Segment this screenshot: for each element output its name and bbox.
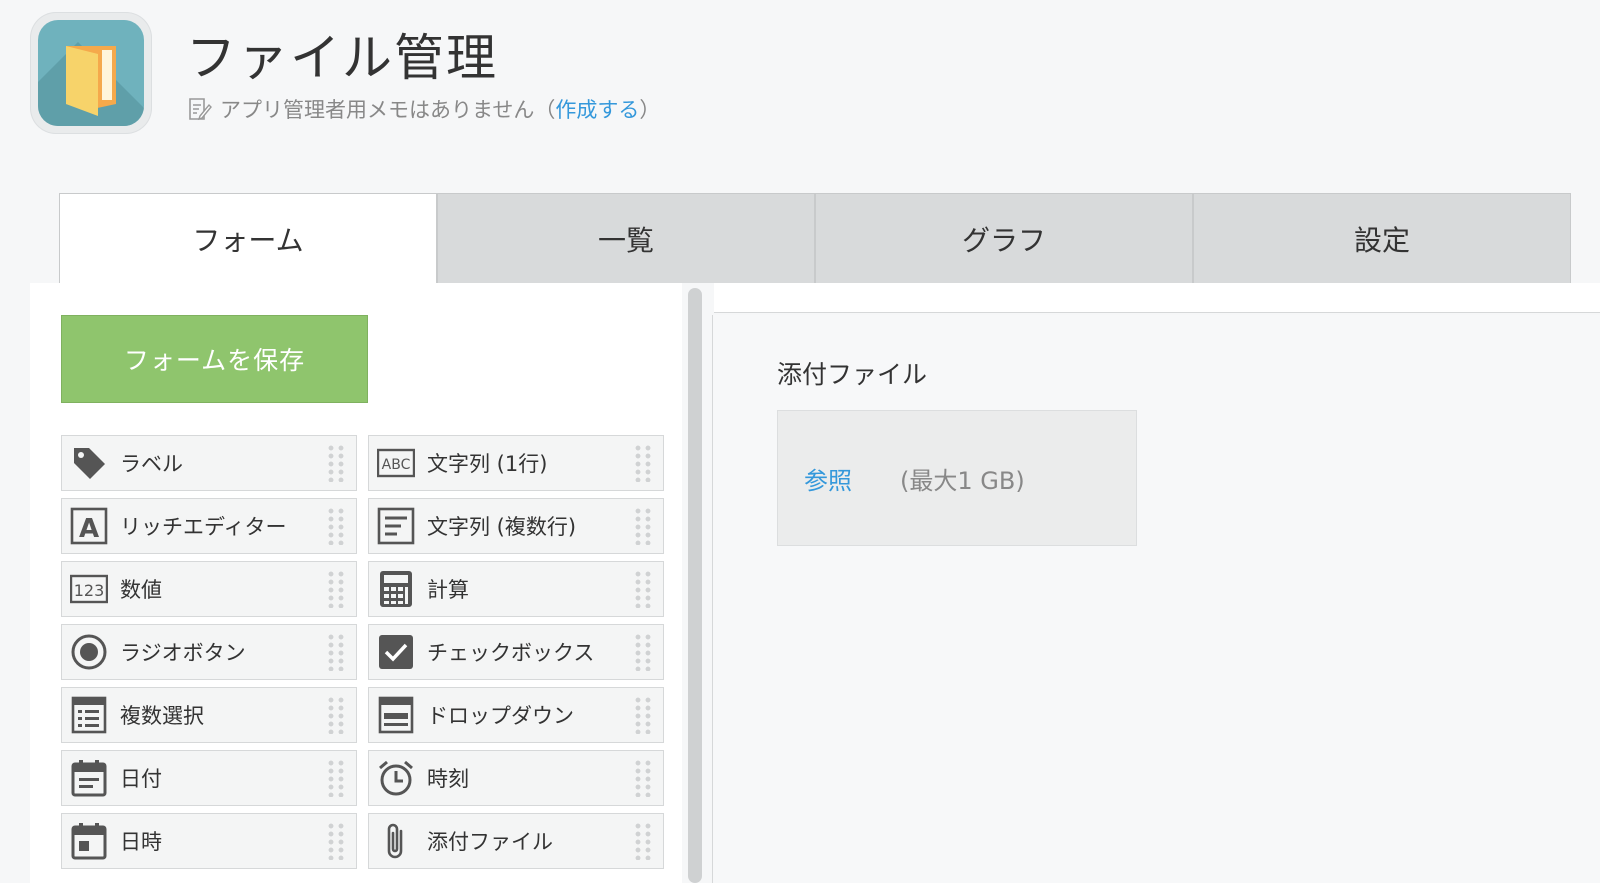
browse-link[interactable]: 参照 (804, 461, 852, 496)
multiline-text-icon (376, 506, 416, 546)
number-icon: 123 (69, 569, 109, 609)
drag-handle-icon (326, 507, 348, 545)
field-single-line-text-label: 文字列 (1行) (427, 452, 548, 476)
drag-handle-icon (633, 570, 655, 608)
tab-list[interactable]: 一覧 (437, 193, 815, 283)
drag-handle-icon (326, 696, 348, 734)
tab-graph[interactable]: グラフ (815, 193, 1193, 283)
admin-memo: アプリ管理者用メモはありません（作成する） (188, 94, 660, 124)
tab-settings[interactable]: 設定 (1193, 193, 1571, 283)
tag-icon (69, 443, 109, 483)
svg-text:A: A (79, 514, 99, 544)
door-icon (66, 46, 116, 116)
datetime-icon (69, 821, 109, 861)
field-rich-editor-label: リッチエディター (120, 515, 287, 539)
attachment-field-label: 添付ファイル (777, 360, 928, 389)
field-multi-line-text[interactable]: 文字列 (複数行) (368, 498, 664, 554)
create-memo-link[interactable]: 作成する (555, 98, 639, 122)
field-multi-select-label: 複数選択 (120, 704, 204, 728)
field-time[interactable]: 時刻 (368, 750, 664, 806)
field-multi-line-text-label: 文字列 (複数行) (427, 515, 577, 539)
abc-icon: ABC (376, 443, 416, 483)
app-title: ファイル管理 (186, 29, 498, 87)
drag-handle-icon (633, 696, 655, 734)
field-rich-editor[interactable]: A リッチエディター (61, 498, 357, 554)
drag-handle-icon (326, 444, 348, 482)
radio-icon (69, 632, 109, 672)
multi-select-icon (69, 695, 109, 735)
field-checkbox[interactable]: チェックボックス (368, 624, 664, 680)
drag-handle-icon (633, 444, 655, 482)
drag-handle-icon (633, 507, 655, 545)
paperclip-icon (376, 821, 416, 861)
field-dropdown-label: ドロップダウン (427, 704, 574, 728)
tab-form[interactable]: フォーム (59, 193, 437, 283)
attachment-field-box[interactable]: 参照 (最大1 GB) (777, 410, 1137, 546)
field-multi-select[interactable]: 複数選択 (61, 687, 357, 743)
memo-text: アプリ管理者用メモはありません（ (220, 98, 556, 122)
settings-tabs: フォーム 一覧 グラフ 設定 (59, 193, 1571, 283)
field-palette: フォームを保存 ラベル ABC 文字列 (1行) A リッチエディター 文字列 … (30, 283, 682, 883)
field-single-line-text[interactable]: ABC 文字列 (1行) (368, 435, 664, 491)
memo-edit-icon (189, 98, 212, 121)
field-number[interactable]: 123 数値 (61, 561, 357, 617)
drag-handle-icon (326, 570, 348, 608)
calendar-icon (69, 758, 109, 798)
palette-scrollbar[interactable] (688, 288, 702, 883)
field-dropdown[interactable]: ドロップダウン (368, 687, 664, 743)
canvas-header (714, 283, 1600, 313)
rich-editor-icon: A (69, 506, 109, 546)
field-calculation[interactable]: 計算 (368, 561, 664, 617)
checkbox-icon (376, 632, 416, 672)
drag-handle-icon (326, 822, 348, 860)
calculator-icon (376, 569, 416, 609)
field-radio-button-label: ラジオボタン (120, 641, 246, 665)
drag-handle-icon (326, 759, 348, 797)
field-attachment-label: 添付ファイル (427, 830, 553, 854)
field-datetime[interactable]: 日時 (61, 813, 357, 869)
field-date-label: 日付 (120, 767, 162, 791)
field-number-label: 数値 (120, 578, 162, 602)
dropdown-icon (376, 695, 416, 735)
drag-handle-icon (633, 822, 655, 860)
app-icon-tile (38, 20, 144, 126)
drag-handle-icon (633, 633, 655, 671)
app-icon (30, 12, 152, 134)
svg-text:ABC: ABC (382, 457, 411, 473)
form-canvas: 添付ファイル 参照 (最大1 GB) (712, 315, 1600, 883)
field-attachment[interactable]: 添付ファイル (368, 813, 664, 869)
memo-close-paren: ） (639, 98, 661, 122)
save-form-button[interactable]: フォームを保存 (61, 315, 368, 403)
field-datetime-label: 日時 (120, 830, 162, 854)
max-size-note: (最大1 GB) (900, 466, 1025, 495)
field-calculation-label: 計算 (427, 578, 469, 602)
field-date[interactable]: 日付 (61, 750, 357, 806)
field-label-text: ラベル (120, 452, 183, 476)
field-label[interactable]: ラベル (61, 435, 357, 491)
field-radio-button[interactable]: ラジオボタン (61, 624, 357, 680)
svg-text:123: 123 (74, 581, 105, 600)
field-checkbox-label: チェックボックス (427, 641, 595, 665)
alarm-clock-icon (376, 758, 416, 798)
field-time-label: 時刻 (427, 767, 469, 791)
drag-handle-icon (326, 633, 348, 671)
drag-handle-icon (633, 759, 655, 797)
